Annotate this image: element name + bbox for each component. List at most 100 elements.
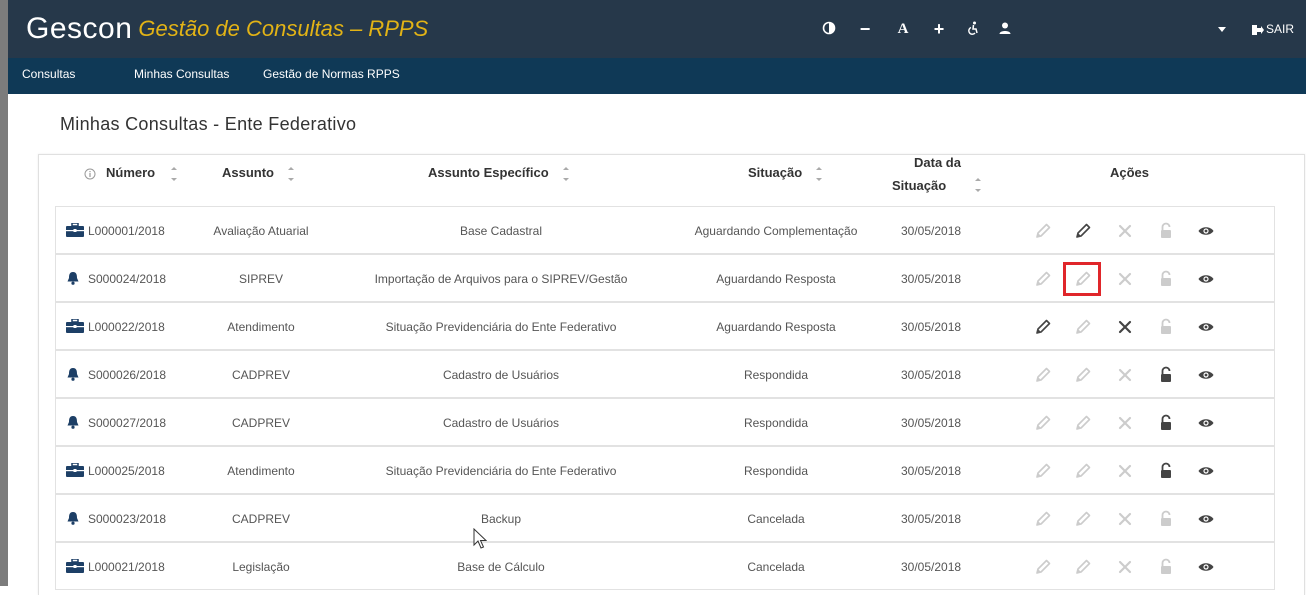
- header-situacao[interactable]: Situação: [748, 165, 802, 180]
- cancel-icon[interactable]: [1116, 222, 1134, 240]
- row-numero[interactable]: S000024/2018: [88, 255, 166, 303]
- table-row[interactable]: L000001/2018 Avaliação Atuarial Base Cadas…: [55, 206, 1275, 254]
- row-assunto: Avaliação Atuarial: [213, 224, 309, 238]
- table-row[interactable]: L000022/2018 Atendimento Situação Previden…: [55, 302, 1275, 350]
- row-situacao: Cancelada: [747, 560, 805, 574]
- header-data-line2[interactable]: Situação: [892, 178, 946, 193]
- sort-data-icon[interactable]: [974, 176, 982, 196]
- row-numero[interactable]: L000025/2018: [88, 447, 165, 495]
- cancel-icon[interactable]: [1116, 558, 1134, 576]
- view-icon[interactable]: [1197, 318, 1215, 336]
- row-assunto: SIPREV: [238, 272, 283, 286]
- edit-icon[interactable]: [1034, 318, 1052, 336]
- view-icon[interactable]: [1197, 222, 1215, 240]
- nav-item-consultas[interactable]: Consultas: [22, 58, 75, 94]
- table-row[interactable]: S000023/2018 CADPREV Backup Cancelada 30/05/…: [55, 494, 1275, 542]
- table-row[interactable]: S000026/2018 CADPREV Cadastro de Usuários R…: [55, 350, 1275, 398]
- row-situacao: Respondida: [743, 416, 809, 430]
- complement-edit-icon[interactable]: [1074, 462, 1092, 480]
- edit-icon[interactable]: [1034, 414, 1052, 432]
- lock-icon[interactable]: [1157, 462, 1175, 480]
- lock-icon[interactable]: [1157, 366, 1175, 384]
- edit-icon[interactable]: [1034, 510, 1052, 528]
- app-brand[interactable]: Gescon Gestão de Consultas – RPPS: [26, 13, 428, 45]
- sort-assunto-icon[interactable]: [287, 165, 295, 185]
- lock-icon[interactable]: [1157, 510, 1175, 528]
- decrease-font-button[interactable]: −: [854, 18, 876, 40]
- header-acoes: Ações: [1110, 165, 1150, 180]
- sort-assunto-especifico-icon[interactable]: [562, 165, 570, 185]
- caret-down-icon[interactable]: [1214, 20, 1230, 38]
- cancel-icon[interactable]: [1116, 462, 1134, 480]
- view-icon[interactable]: [1197, 270, 1215, 288]
- accessibility-icon[interactable]: [962, 18, 984, 40]
- row-data: 30/05/2018: [901, 464, 962, 478]
- row-situacao: Respondida: [743, 368, 809, 382]
- view-icon[interactable]: [1197, 462, 1215, 480]
- row-data: 30/05/2018: [901, 416, 962, 430]
- nav-item-gestao-normas[interactable]: Gestão de Normas RPPS: [263, 58, 400, 94]
- row-numero[interactable]: L000021/2018: [88, 543, 165, 591]
- row-situacao: Aguardando Resposta: [716, 320, 836, 334]
- lock-icon[interactable]: [1157, 270, 1175, 288]
- row-situacao: Aguardando Complementação: [694, 224, 858, 238]
- complement-edit-icon[interactable]: [1074, 222, 1092, 240]
- row-data: 30/05/2018: [901, 368, 962, 382]
- briefcase-icon: [66, 222, 84, 237]
- complement-edit-icon[interactable]: [1074, 414, 1092, 432]
- info-icon[interactable]: [84, 167, 96, 180]
- contrast-icon[interactable]: [818, 18, 840, 40]
- edit-icon[interactable]: [1034, 462, 1052, 480]
- view-icon[interactable]: [1197, 414, 1215, 432]
- bell-icon: [66, 511, 84, 525]
- complement-edit-icon[interactable]: [1074, 318, 1092, 336]
- complement-edit-icon[interactable]: [1074, 366, 1092, 384]
- edit-icon[interactable]: [1034, 558, 1052, 576]
- row-numero[interactable]: L000022/2018: [88, 303, 165, 351]
- sort-situacao-icon[interactable]: [815, 165, 823, 185]
- lock-icon[interactable]: [1157, 222, 1175, 240]
- lock-icon[interactable]: [1157, 414, 1175, 432]
- row-assunto-especifico: Cadastro de Usuários: [442, 416, 560, 430]
- sort-numero-icon[interactable]: [170, 165, 178, 185]
- cancel-icon[interactable]: [1116, 510, 1134, 528]
- row-numero[interactable]: S000026/2018: [88, 351, 166, 399]
- row-assunto-especifico: Backup: [480, 512, 522, 526]
- logout-button[interactable]: SAIR: [1252, 20, 1294, 38]
- cancel-icon[interactable]: [1116, 414, 1134, 432]
- row-data: 30/05/2018: [901, 320, 962, 334]
- cancel-icon[interactable]: [1116, 318, 1134, 336]
- bell-icon: [66, 271, 84, 285]
- complement-edit-icon[interactable]: [1074, 510, 1092, 528]
- table-row[interactable]: S000027/2018 CADPREV Cadastro de Usuários R…: [55, 398, 1275, 446]
- nav-item-minhas-consultas[interactable]: Minhas Consultas: [134, 58, 229, 94]
- header-assunto[interactable]: Assunto: [222, 165, 274, 180]
- edit-icon[interactable]: [1034, 222, 1052, 240]
- complement-edit-icon[interactable]: [1074, 558, 1092, 576]
- row-assunto-especifico: Importação de Arquivos para o SIPREV/Ges…: [374, 272, 628, 286]
- default-font-button[interactable]: A: [892, 18, 914, 40]
- row-assunto: Atendimento: [227, 464, 295, 478]
- edit-icon[interactable]: [1034, 270, 1052, 288]
- view-icon[interactable]: [1197, 558, 1215, 576]
- increase-font-button[interactable]: +: [928, 18, 950, 40]
- row-numero[interactable]: S000027/2018: [88, 399, 166, 447]
- row-assunto: CADPREV: [231, 512, 290, 526]
- row-numero[interactable]: L000001/2018: [88, 207, 165, 255]
- briefcase-icon: [66, 318, 84, 333]
- header-numero[interactable]: Número: [106, 165, 155, 180]
- header-assunto-especifico[interactable]: Assunto Específico: [428, 165, 549, 180]
- view-icon[interactable]: [1197, 510, 1215, 528]
- edit-icon[interactable]: [1034, 366, 1052, 384]
- table-row[interactable]: L000025/2018 Atendimento Situação Previden…: [55, 446, 1275, 494]
- cancel-icon[interactable]: [1116, 366, 1134, 384]
- page-title: Minhas Consultas - Ente Federativo: [60, 114, 357, 134]
- view-icon[interactable]: [1197, 366, 1215, 384]
- cancel-icon[interactable]: [1116, 270, 1134, 288]
- row-assunto: Legislação: [232, 560, 290, 574]
- lock-icon[interactable]: [1157, 318, 1175, 336]
- row-numero[interactable]: S000023/2018: [88, 495, 166, 543]
- user-icon[interactable]: [994, 18, 1016, 40]
- table-row[interactable]: L000021/2018 Legislação Base de Cálculo Can…: [55, 542, 1275, 590]
- lock-icon[interactable]: [1157, 558, 1175, 576]
